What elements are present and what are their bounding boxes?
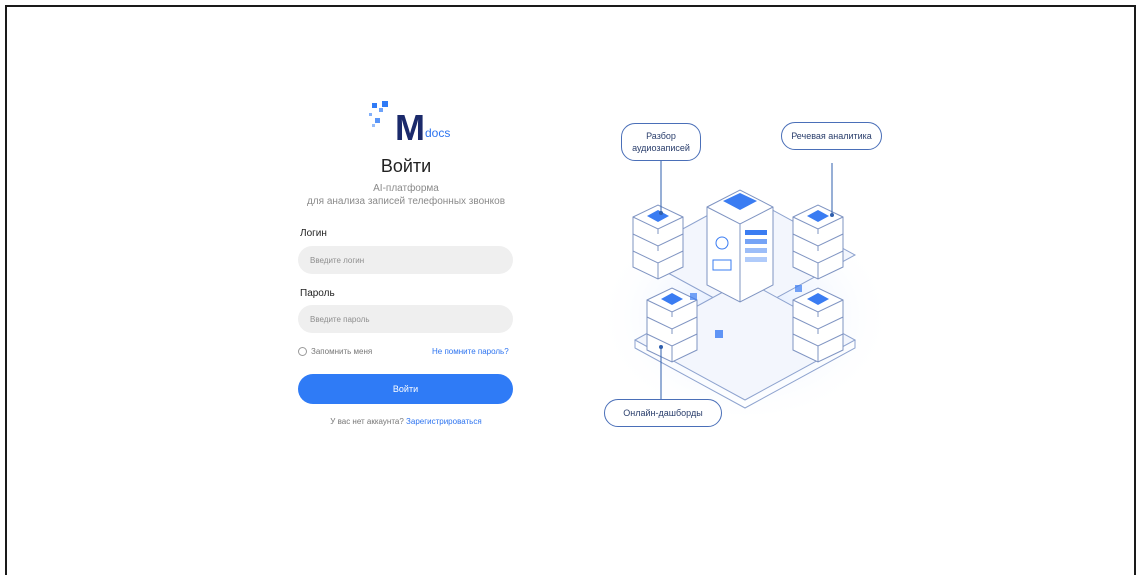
bubble-audio-analysis: Разбор аудиозаписей [621,123,701,161]
radio-icon[interactable] [298,347,307,356]
register-link[interactable]: Зарегистрироваться [406,417,482,426]
subtitle-line: для анализа записей телефонных звонков [306,196,506,207]
page-title: Войти [380,156,432,176]
password-input[interactable] [298,305,513,333]
bubble-speech-analytics: Речевая аналитика [781,122,882,150]
forgot-password-link[interactable]: Не помните пароль? [432,347,509,356]
register-prompt: У вас нет аккаунта? Зарегистрироваться [300,417,512,426]
password-label: Пароль [300,288,335,299]
login-button[interactable]: Войти [298,374,513,404]
logo-pixel [369,113,372,116]
login-label: Логин [300,228,327,239]
login-input[interactable] [298,246,513,274]
logo-pixel [372,103,377,108]
logo-pixel [375,118,380,123]
remember-me-label: Запомнить меня [311,347,373,356]
logo-letter: M [395,107,425,148]
logo-pixel [382,101,388,107]
bubble-online-dashboards: Онлайн-дашборды [604,399,722,427]
logo-pixel [379,108,383,112]
remember-me-checkbox[interactable]: Запомнить меня [298,347,372,356]
subtitle-line: AI-платформа [373,183,439,194]
logo-pixel [372,124,375,127]
logo-suffix: docs [425,126,451,140]
page-subtitle: AI-платформа для анализа записей телефон… [280,182,532,208]
browser-frame [5,5,1136,575]
no-account-text: У вас нет аккаунта? [330,417,404,426]
server-illustration [595,159,895,415]
